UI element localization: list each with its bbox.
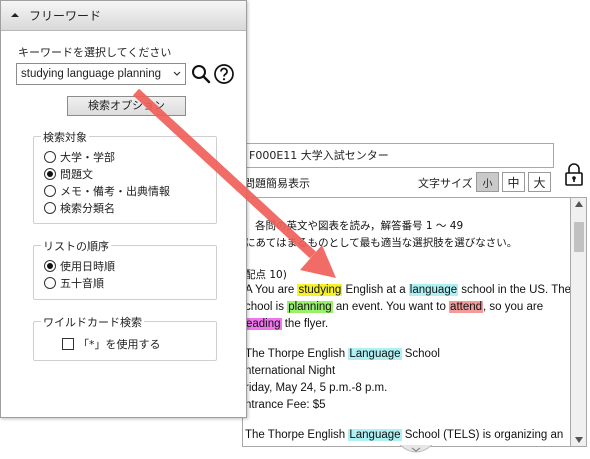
keyword-label: キーワードを選択してください (18, 46, 172, 59)
text-line: eading the flyer. (245, 318, 329, 330)
list-order-title: リストの順序 (41, 238, 111, 254)
font-size-large-button[interactable]: 大 (528, 172, 551, 192)
chevron-down-icon[interactable] (172, 67, 182, 81)
problem-code-field: F000E11 大学入試センター (242, 143, 554, 168)
text-line: A You are studying English at a language… (245, 284, 570, 296)
highlight-language: Language (348, 348, 402, 360)
keyword-select-value: studying language planning (21, 68, 162, 80)
radio-label: 五十音順 (60, 277, 104, 290)
panel-title: フリーワード (29, 9, 102, 23)
text-line: riday, May 24, 5 p.m.-8 p.m. (245, 382, 388, 394)
radio-memo-source[interactable] (44, 185, 56, 197)
text-line: The Thorpe English Language School (245, 348, 440, 360)
scroll-up-icon[interactable] (575, 201, 583, 207)
highlight-planning: planning (287, 301, 333, 313)
text-line: ntrance Fee: $5 (245, 399, 326, 411)
text-line: The Thorpe English Language School (TELS… (245, 429, 564, 441)
radio-kana-order[interactable] (44, 277, 56, 289)
lock-icon[interactable] (563, 162, 585, 188)
help-icon[interactable] (213, 63, 235, 85)
radio-label: 検索分類名 (60, 202, 115, 215)
chevron-up-icon[interactable] (10, 10, 20, 20)
text-line: 配点 10) (245, 269, 287, 281)
highlight-language: language (408, 284, 459, 296)
highlight-attend: attend (449, 301, 484, 313)
scroll-thumb[interactable] (574, 222, 584, 252)
text-line: chool is planning an event. You want to … (245, 301, 544, 313)
highlight-reading: eading (245, 318, 282, 330)
radio-label: 問題文 (60, 168, 93, 181)
highlight-studying: studying (297, 284, 343, 296)
text-line: nternational Night (245, 365, 336, 377)
search-icon[interactable] (191, 63, 211, 85)
display-mode-label: 問題簡易表示 (244, 177, 310, 190)
text-line: にあてはまるものとして最も適当な選択肢を選びなさい。 (245, 237, 518, 249)
radio-label: 大学・学部 (60, 151, 115, 164)
search-target-title: 検索対象 (41, 129, 89, 145)
radio-problem-text[interactable] (44, 168, 56, 180)
text-line: 各問の英文や図表を読み，解答番号 1 ～ 49 (255, 220, 464, 232)
radio-university[interactable] (44, 151, 56, 163)
panel-header[interactable]: フリーワード (1, 1, 246, 31)
font-size-label: 文字サイズ (418, 177, 473, 190)
wildcard-group: ワイルドカード検索 「*」を使用する (33, 314, 217, 361)
radio-label: 使用日時順 (60, 260, 115, 273)
font-size-medium-button[interactable]: 中 (502, 172, 525, 192)
wildcard-checkbox-label: 「*」を使用する (78, 338, 161, 351)
search-options-button[interactable]: 検索オプション (67, 96, 186, 116)
list-order-group: リストの順序 使用日時順 五十音順 (33, 238, 217, 300)
scroll-down-icon[interactable] (575, 437, 583, 443)
document-scrollbar[interactable] (570, 197, 587, 447)
freeword-search-panel: フリーワード キーワードを選択してください studying language … (0, 0, 247, 418)
radio-date-order[interactable] (44, 260, 56, 272)
chevron-down-icon[interactable] (398, 444, 434, 456)
font-size-small-button[interactable]: 小 (476, 172, 499, 192)
highlight-language: Language (348, 429, 402, 441)
wildcard-checkbox[interactable] (62, 338, 74, 350)
radio-label: メモ・備考・出典情報 (60, 185, 170, 198)
keyword-select[interactable]: studying language planning (16, 63, 186, 85)
problem-text: 各問の英文や図表を読み，解答番号 1 ～ 49 にあてはまるものとして最も適当な… (242, 197, 570, 447)
search-target-group: 検索対象 大学・学部 問題文 メモ・備考・出典情報 検索分類名 (33, 129, 217, 224)
wildcard-title: ワイルドカード検索 (41, 314, 144, 330)
radio-category-name[interactable] (44, 202, 56, 214)
